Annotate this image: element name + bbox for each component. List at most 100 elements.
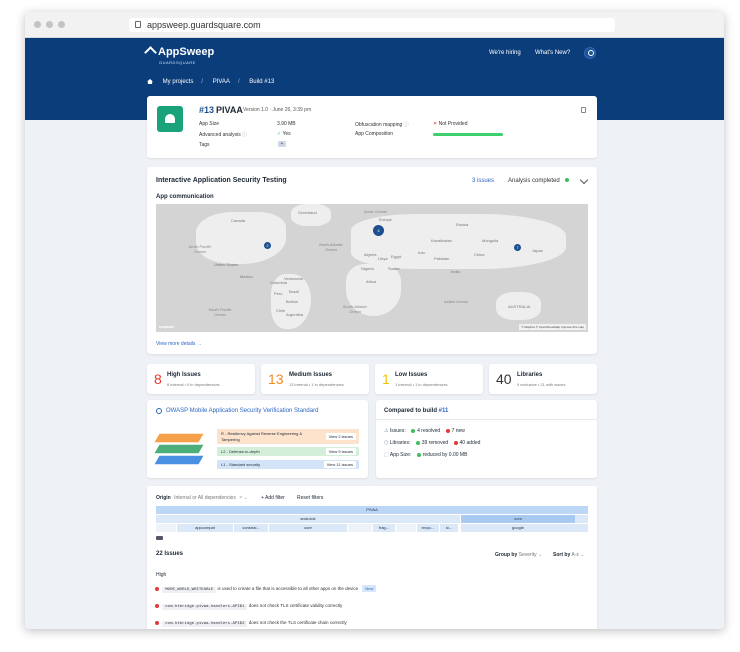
owasp-row-l2-view-button[interactable]: View 9 issues [325, 448, 356, 455]
owasp-icon [156, 408, 162, 414]
tags-label: Tags [199, 142, 210, 148]
address-bar[interactable]: appsweep.guardsquare.com [129, 18, 615, 32]
south-atlantic-ocean-label: South Atlantic Ocean [342, 304, 368, 314]
greenland-land [291, 204, 331, 226]
high-issues-sub: 8 internal • 0 in dependencies [167, 382, 220, 387]
mongolia-label: Mongolia [482, 238, 499, 243]
breadcrumb-project[interactable]: PIVAA [213, 79, 230, 85]
issue-row[interactable]: MODE_WORLD_WRITEABLE is used to create a… [155, 585, 377, 593]
tree-other[interactable] [575, 515, 588, 523]
build-summary-card: #13 PIVAA Version 1.0 · June 26, 3:39 pm… [147, 96, 597, 158]
group-by-select[interactable]: Group by Severity ⌄ [495, 552, 542, 558]
logo-icon [144, 45, 157, 59]
tree-core[interactable]: core [269, 524, 347, 532]
owasp-row-l1-view-button[interactable]: View 11 issues [323, 461, 356, 468]
build-app-name: PIVAA [216, 105, 243, 115]
tree-lo[interactable]: lo... [440, 524, 458, 532]
issues-resolved: 4 resolved [417, 428, 441, 434]
add-tag-button[interactable]: + [278, 141, 286, 147]
tree-recycler[interactable]: recyc... [417, 524, 439, 532]
issues-card: Origin Internal or All dependencies × ⌄ … [147, 486, 597, 629]
advanced-analysis-value: ✓ Yes [277, 131, 291, 137]
window-close-dot[interactable] [34, 21, 41, 28]
low-issues-card[interactable]: 1 Low Issues 1 internal • 1 in dependenc… [375, 364, 483, 394]
issue-row[interactable]: com.htbridge.pivaa.handlers.API$2 does n… [155, 620, 347, 627]
tree-constraint[interactable]: constrai... [234, 524, 268, 532]
libya-label: Libya [378, 256, 388, 261]
reset-filters-button[interactable]: Reset filters [297, 495, 323, 501]
owasp-title[interactable]: OWASP Mobile Application Security Verifi… [166, 408, 318, 414]
south-pacific-ocean-label: South Pacific Ocean [208, 307, 232, 317]
map-cluster-asia[interactable]: 7 [514, 244, 521, 251]
owasp-row-r-label: R - Resiliency Against Reverse Engineeri… [221, 431, 303, 442]
tree-root[interactable]: PIVAA [156, 506, 588, 514]
owasp-row-l1[interactable]: L1 - Standard security View 11 issues [217, 460, 359, 469]
sort-by-select[interactable]: Sort by A-z ⌄ [553, 552, 584, 558]
app-size-value: 3.90 MB [277, 121, 296, 127]
pakistan-label: Pakistan [434, 256, 450, 261]
libraries-card[interactable]: 40 Libraries 9 exclusive • 21 with issue… [489, 364, 597, 394]
issues-new: 7 new [451, 428, 465, 434]
window-maximize-dot[interactable] [58, 21, 65, 28]
chevron-down-icon[interactable] [579, 175, 589, 185]
low-issues-count: 1 [382, 371, 390, 387]
iast-issues-link[interactable]: 3 issues [472, 178, 494, 184]
bolivia-label: Bolivia [286, 299, 298, 304]
home-icon[interactable] [147, 79, 153, 84]
tree-leaf-6[interactable] [396, 524, 416, 532]
owasp-row-r[interactable]: R - Resiliency Against Reverse Engineeri… [217, 429, 359, 444]
severity-high-icon [155, 620, 159, 625]
map-cluster-americas[interactable]: 2 [264, 242, 271, 249]
window-minimize-dot[interactable] [46, 21, 53, 28]
origin-filter[interactable]: Origin Internal or All dependencies × ⌄ [156, 495, 248, 501]
low-issues-title: Low Issues [395, 372, 428, 378]
build-number: #13 [199, 105, 215, 115]
compare-size-row: ⬚ App Size: reduced by 0.00 MB [384, 452, 468, 458]
tree-fragment[interactable]: frag... [373, 524, 395, 532]
build-version: Version 1.0 · June 26, 3:39 pm [243, 107, 312, 113]
logo-subtitle: GUARDSQUARE [159, 60, 196, 65]
breadcrumb-my-projects[interactable]: My projects [163, 79, 194, 85]
compare-build-link[interactable]: #11 [439, 408, 449, 414]
libraries-count: 40 [496, 371, 512, 387]
issue-row[interactable]: com.htbridge.pivaa.handlers.API$1 does n… [155, 603, 342, 610]
appsweep-logo[interactable]: AppSweep [144, 45, 214, 59]
tree-leaf-last[interactable] [575, 524, 588, 532]
status-dot-icon [565, 178, 570, 183]
tree-appcompat[interactable]: appcompat [177, 524, 233, 532]
add-filter-button[interactable]: + Add filter [261, 495, 285, 501]
tree-leaf-0[interactable] [156, 524, 176, 532]
map-attribution[interactable]: © Mapbox © OpenStreetMap Improve this ma… [519, 324, 586, 330]
owasp-row-l2[interactable]: L2 - Defense-in-depth View 9 issues [217, 447, 359, 456]
url-text: appsweep.guardsquare.com [147, 20, 261, 30]
owasp-row-r-view-button[interactable]: View 2 issues [325, 433, 356, 440]
compare-issues-row: ⚠ Issues: 4 resolved 7 new [384, 428, 465, 434]
world-map[interactable]: Arctic Ocean North Pacific Ocean North A… [156, 204, 588, 332]
nav-hiring-link[interactable]: We're hiring [489, 50, 521, 56]
nav-whats-new-link[interactable]: What's New? [535, 50, 570, 56]
iast-card: Interactive Application Security Testing… [147, 167, 597, 354]
document-icon[interactable] [581, 107, 586, 113]
folder-icon[interactable] [156, 536, 163, 540]
algeria-label: Algeria [364, 252, 377, 257]
layer-l1-icon [154, 455, 204, 465]
browser-toolbar: appsweep.guardsquare.com [25, 12, 724, 38]
medium-issues-title: Medium Issues [289, 372, 333, 378]
tree-google[interactable]: google [461, 524, 575, 532]
brazil-label: Brazil [289, 289, 300, 294]
indian-ocean-label: Indian Ocean [444, 299, 468, 304]
tree-leaf-4[interactable] [348, 524, 372, 532]
argentina-label: Argentina [286, 312, 304, 317]
map-cluster-europe[interactable]: 4 [373, 225, 384, 236]
nigeria-label: Nigeria [361, 266, 374, 271]
user-avatar-button[interactable] [584, 47, 596, 59]
high-issues-card[interactable]: 8 High Issues 8 internal • 0 in dependen… [147, 364, 255, 394]
egypt-label: Egypt [391, 254, 402, 259]
tree-com[interactable]: com [461, 515, 575, 523]
view-more-details-link[interactable]: View more details → [156, 341, 202, 347]
libraries-sub: 9 exclusive • 21 with issues [517, 382, 566, 387]
medium-issues-card[interactable]: 13 Medium Issues 13 internal • 1 in depe… [261, 364, 369, 394]
layer-r-icon [154, 433, 204, 443]
tree-androidx[interactable]: androidx [156, 515, 460, 523]
europe-label: Europe [379, 217, 392, 222]
